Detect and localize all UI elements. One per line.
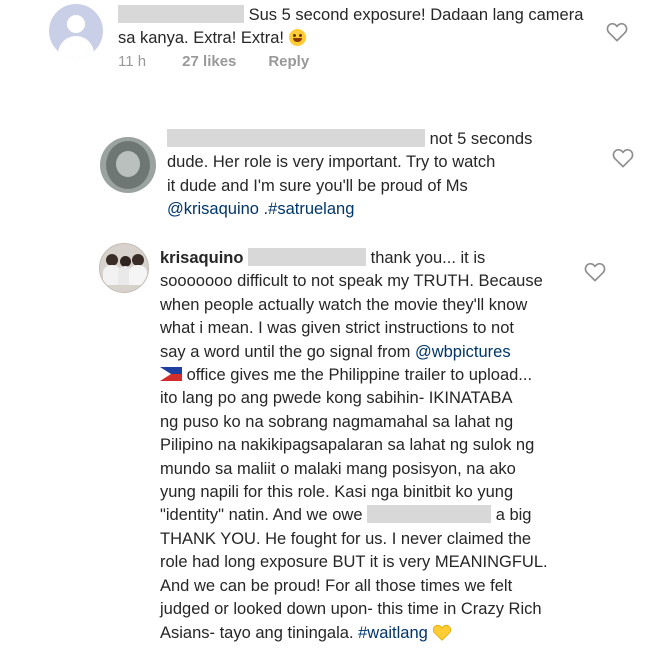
avatar-default[interactable] [49, 4, 103, 58]
comment-line: role had long exposure BUT it is very ME… [160, 553, 548, 572]
redacted-username [167, 129, 425, 147]
avatar-head-shape [67, 15, 85, 33]
comment-line: ito lang po ang pwede kong sabihin- IKIN… [160, 389, 513, 408]
comment-line: it dude and I'm sure you'll be proud of … [167, 176, 468, 195]
heart-outline-icon[interactable] [584, 262, 606, 282]
comment-text: not 5 seconds [429, 130, 533, 148]
laughing-face-emoji [288, 29, 306, 47]
philippine-flag-emoji [160, 367, 182, 382]
comment-line: "identity" natin. And we owe a big [160, 504, 548, 527]
comment-time: 11 h [118, 53, 147, 70]
comment-3-text: krisaquino thank you... it is sooooooo d… [160, 247, 548, 645]
comment-text: sa kanya. Extra! Extra! [118, 29, 284, 48]
comment-line: sa kanya. Extra! Extra! [118, 27, 583, 50]
avatar-krisaquino[interactable] [99, 243, 149, 293]
comment-text: office gives me the Philippine trailer t… [182, 366, 533, 385]
comment-1-text: Sus 5 second exposure! Dadaan lang camer… [118, 4, 583, 51]
comment-line: Asians- tayo ang tiningala. #waitlang [160, 622, 548, 645]
avatar-figure [129, 265, 147, 285]
comment-line: mundo sa maliit o malaki mang posisyon, … [160, 459, 516, 478]
mention-link[interactable]: @wbpictures [415, 343, 511, 361]
comment-text: say a word until the go signal from [160, 342, 415, 361]
comment-line: not 5 seconds [167, 128, 532, 151]
hashtag-link[interactable]: #waitlang [358, 624, 428, 642]
comment-line: krisaquino thank you... it is [160, 247, 548, 270]
comment-line: office gives me the Philippine trailer t… [160, 364, 548, 387]
username-link[interactable]: krisaquino [160, 249, 243, 267]
redacted-username [118, 5, 244, 23]
comment-line: Pilipino na nakikipagsapalaran sa lahat … [160, 436, 535, 455]
comment-line: when people actually watch the movie the… [160, 295, 528, 314]
comment-text: Sus 5 second exposure! Dadaan lang camer… [248, 6, 584, 24]
redacted-mention [367, 505, 492, 524]
yellow-heart-emoji [432, 624, 452, 641]
comment-line: sooooooo difficult to not speak my TRUTH… [160, 272, 543, 291]
avatar-blur-shape [116, 151, 140, 177]
comment-line: Sus 5 second exposure! Dadaan lang camer… [118, 4, 583, 27]
comment-line: dude. Her role is very important. Try to… [167, 153, 496, 172]
comment-line: And we can be proud! For all those times… [160, 576, 513, 595]
comment-line: ng puso ko na sobrang nagmamahal sa laha… [160, 412, 514, 431]
comment-line: THANK YOU. He fought for us. I never cla… [160, 529, 532, 548]
comment-text: a big [495, 506, 532, 525]
likes-count-link[interactable]: 27 likes [182, 53, 264, 70]
heart-outline-icon[interactable] [606, 22, 628, 42]
comment-text: Asians- tayo ang tiningala. [160, 623, 359, 642]
comment-line: @krisaquino .#satruelang [167, 198, 532, 221]
comment-meta: 11 h 27 likes Reply [118, 53, 309, 70]
avatar-blurred[interactable] [100, 137, 156, 193]
mention-link[interactable]: @krisaquino [167, 200, 259, 218]
comment-2-text: not 5 seconds dude. Her role is very imp… [167, 128, 532, 222]
comment-line: judged or looked down upon- this time in… [160, 600, 542, 619]
redacted-mention [248, 248, 367, 266]
heart-outline-icon[interactable] [612, 148, 634, 168]
comment-text: "identity" natin. And we owe [160, 506, 363, 525]
comment-line: say a word until the go signal from @wbp… [160, 341, 548, 364]
comment-line: yung napili for this role. Kasi nga bini… [160, 483, 514, 502]
avatar-body-shape [58, 36, 94, 58]
reply-button[interactable]: Reply [268, 53, 309, 70]
hashtag-link[interactable]: .#satruelang [259, 200, 355, 218]
comment-text: thank you... it is [370, 249, 486, 267]
comment-line: what i mean. I was given strict instruct… [160, 319, 514, 338]
